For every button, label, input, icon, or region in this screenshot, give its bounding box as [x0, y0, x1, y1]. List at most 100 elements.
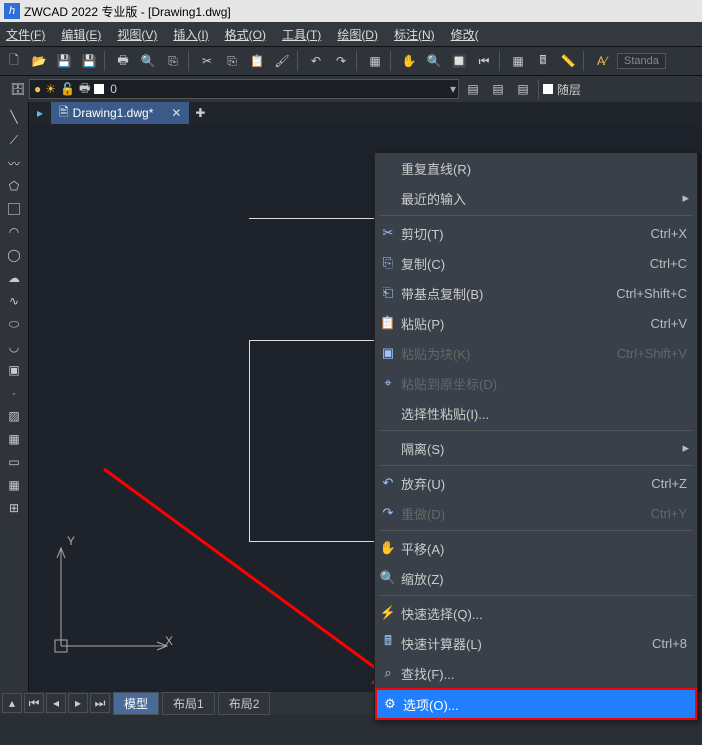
pasteorig-icon: ⌖: [375, 375, 401, 391]
layer-combo[interactable]: ● ☀ 🔓 🖶 0 ▾: [29, 79, 459, 99]
line-tool-icon[interactable]: ╲: [3, 106, 25, 128]
circle-tool-icon[interactable]: ◯: [3, 244, 25, 266]
app-logo-icon: h: [4, 3, 20, 19]
grid-tool-icon[interactable]: ⊞: [3, 497, 25, 519]
menu-undo[interactable]: ↶放弃(U)Ctrl+Z: [375, 468, 697, 498]
table-tool-icon[interactable]: ▦: [3, 474, 25, 496]
tab-scroll-up[interactable]: ▴: [2, 693, 22, 713]
menu-isolate[interactable]: 隔离(S)▸: [375, 433, 697, 463]
title-bar: h ZWCAD 2022 专业版 - [Drawing1.dwg]: [0, 0, 702, 22]
cut-icon[interactable]: ✂: [196, 50, 218, 72]
menu-paste[interactable]: 📋粘贴(P)Ctrl+V: [375, 308, 697, 338]
menu-qselect[interactable]: ⚡快速选择(Q)...: [375, 598, 697, 628]
color-combo[interactable]: 随层: [557, 81, 581, 98]
menu-recent[interactable]: 最近的输入▸: [375, 183, 697, 213]
menu-dim[interactable]: 标注(N): [394, 26, 435, 43]
gradient-tool-icon[interactable]: ▦: [3, 428, 25, 450]
menu-tools[interactable]: 工具(T): [282, 26, 321, 43]
new-icon[interactable]: 🗋: [3, 50, 25, 72]
zoomwin-icon[interactable]: 🔲: [448, 50, 470, 72]
tab-layout1[interactable]: 布局1: [162, 692, 215, 715]
pan-icon[interactable]: ✋: [398, 50, 420, 72]
table-icon[interactable]: ▦: [507, 50, 529, 72]
print-icon: 🖶: [79, 79, 90, 100]
chevron-down-icon[interactable]: ▾: [450, 82, 456, 96]
ellipse-tool-icon[interactable]: ⬭: [3, 313, 25, 335]
preview-icon[interactable]: 🔍: [137, 50, 159, 72]
publish-icon[interactable]: ⎘: [162, 50, 184, 72]
tab-first[interactable]: ⏮: [24, 693, 44, 713]
menu-pasteblock: ▣粘贴为块(K)Ctrl+Shift+V: [375, 338, 697, 368]
calc-icon[interactable]: 🖩: [532, 50, 554, 72]
copy-icon[interactable]: ⎘: [221, 50, 243, 72]
measure-icon[interactable]: 📏: [557, 50, 579, 72]
calc-icon: 🖩: [375, 632, 401, 654]
point-tool-icon[interactable]: ·: [3, 382, 25, 404]
file-tab[interactable]: 🖹 Drawing1.dwg* ✕: [51, 102, 189, 124]
plot-icon[interactable]: 🖶: [112, 50, 134, 72]
tab-model[interactable]: 模型: [113, 692, 159, 715]
menu-format[interactable]: 格式(O): [225, 26, 266, 43]
menu-find[interactable]: ⌕查找(F)...: [375, 658, 697, 688]
tab-layout2[interactable]: 布局2: [218, 692, 271, 715]
menu-bar[interactable]: 文件(F) 编辑(E) 视图(V) 插入(I) 格式(O) 工具(T) 绘图(D…: [0, 22, 702, 46]
grip-icon[interactable]: ▦: [364, 50, 386, 72]
layer-color-icon: [94, 84, 104, 94]
textstyle-combo[interactable]: Standa: [617, 53, 666, 69]
zoomrt-icon[interactable]: 🔍: [423, 50, 445, 72]
menu-redo: ↷重做(D)Ctrl+Y: [375, 498, 697, 528]
polygon-tool-icon[interactable]: ⬠: [3, 175, 25, 197]
document-icon: 🖹: [59, 103, 69, 124]
menu-pan[interactable]: ✋平移(A): [375, 533, 697, 563]
menu-qcalc[interactable]: 🖩快速计算器(L)Ctrl+8: [375, 628, 697, 658]
menu-repeat[interactable]: 重复直线(R): [375, 153, 697, 183]
redo-icon: ↷: [375, 505, 401, 521]
paste-icon[interactable]: 📋: [246, 50, 268, 72]
hatch-tool-icon[interactable]: ▨: [3, 405, 25, 427]
tab-next[interactable]: ▸: [68, 693, 88, 713]
menu-options[interactable]: ⚙选项(O)...: [375, 688, 697, 720]
pline-tool-icon[interactable]: 〰: [3, 152, 25, 174]
menu-separator: [379, 465, 693, 466]
spline-tool-icon[interactable]: ∿: [3, 290, 25, 312]
tab-last[interactable]: ⏭: [90, 693, 110, 713]
layer-state-icon[interactable]: ▤: [512, 78, 534, 100]
block-tool-icon[interactable]: ▣: [3, 359, 25, 381]
tab-prev[interactable]: ◂: [46, 693, 66, 713]
region-tool-icon[interactable]: ▭: [3, 451, 25, 473]
open-icon[interactable]: 📂: [28, 50, 50, 72]
layer-iso-icon[interactable]: ▤: [462, 78, 484, 100]
zoomprev-icon[interactable]: ⏮: [473, 50, 495, 72]
menu-copy[interactable]: ⎘复制(C)Ctrl+C: [375, 248, 697, 278]
xline-tool-icon[interactable]: ⟋: [3, 129, 25, 151]
paste-icon: 📋: [375, 315, 401, 331]
menu-draw[interactable]: 绘图(D): [337, 26, 378, 43]
context-menu: 重复直线(R) 最近的输入▸ ✂剪切(T)Ctrl+X ⎘复制(C)Ctrl+C…: [374, 152, 698, 721]
saveas-icon[interactable]: 💾: [78, 50, 100, 72]
save-icon[interactable]: 💾: [53, 50, 75, 72]
menu-file[interactable]: 文件(F): [6, 26, 45, 43]
color-swatch-icon[interactable]: [543, 84, 553, 94]
start-tab-icon[interactable]: ▸: [29, 104, 51, 122]
menu-view[interactable]: 视图(V): [117, 26, 157, 43]
close-tab-icon[interactable]: ✕: [171, 106, 181, 120]
match-icon[interactable]: 🖌: [271, 50, 293, 72]
menu-modify[interactable]: 修改(: [451, 26, 479, 43]
redo-icon[interactable]: ↷: [330, 50, 352, 72]
menu-copybase[interactable]: ⎗带基点复制(B)Ctrl+Shift+C: [375, 278, 697, 308]
textstyle-icon[interactable]: A⁄: [591, 50, 613, 72]
layer-prev-icon[interactable]: ▤: [487, 78, 509, 100]
arc-tool-icon[interactable]: ◠: [3, 221, 25, 243]
rect-tool-icon[interactable]: [3, 198, 25, 220]
menu-zoom[interactable]: 🔍缩放(Z): [375, 563, 697, 593]
menu-pastespecial[interactable]: 选择性粘贴(I)...: [375, 398, 697, 428]
ellipsearc-tool-icon[interactable]: ◡: [3, 336, 25, 358]
drawn-line: [249, 218, 389, 219]
menu-edit[interactable]: 编辑(E): [61, 26, 101, 43]
menu-cut[interactable]: ✂剪切(T)Ctrl+X: [375, 218, 697, 248]
menu-insert[interactable]: 插入(I): [173, 26, 208, 43]
revcloud-tool-icon[interactable]: ☁: [3, 267, 25, 289]
undo-icon[interactable]: ↶: [305, 50, 327, 72]
layer-props-icon[interactable]: 🗄: [7, 78, 29, 100]
new-tab-button[interactable]: ✚: [189, 106, 211, 120]
